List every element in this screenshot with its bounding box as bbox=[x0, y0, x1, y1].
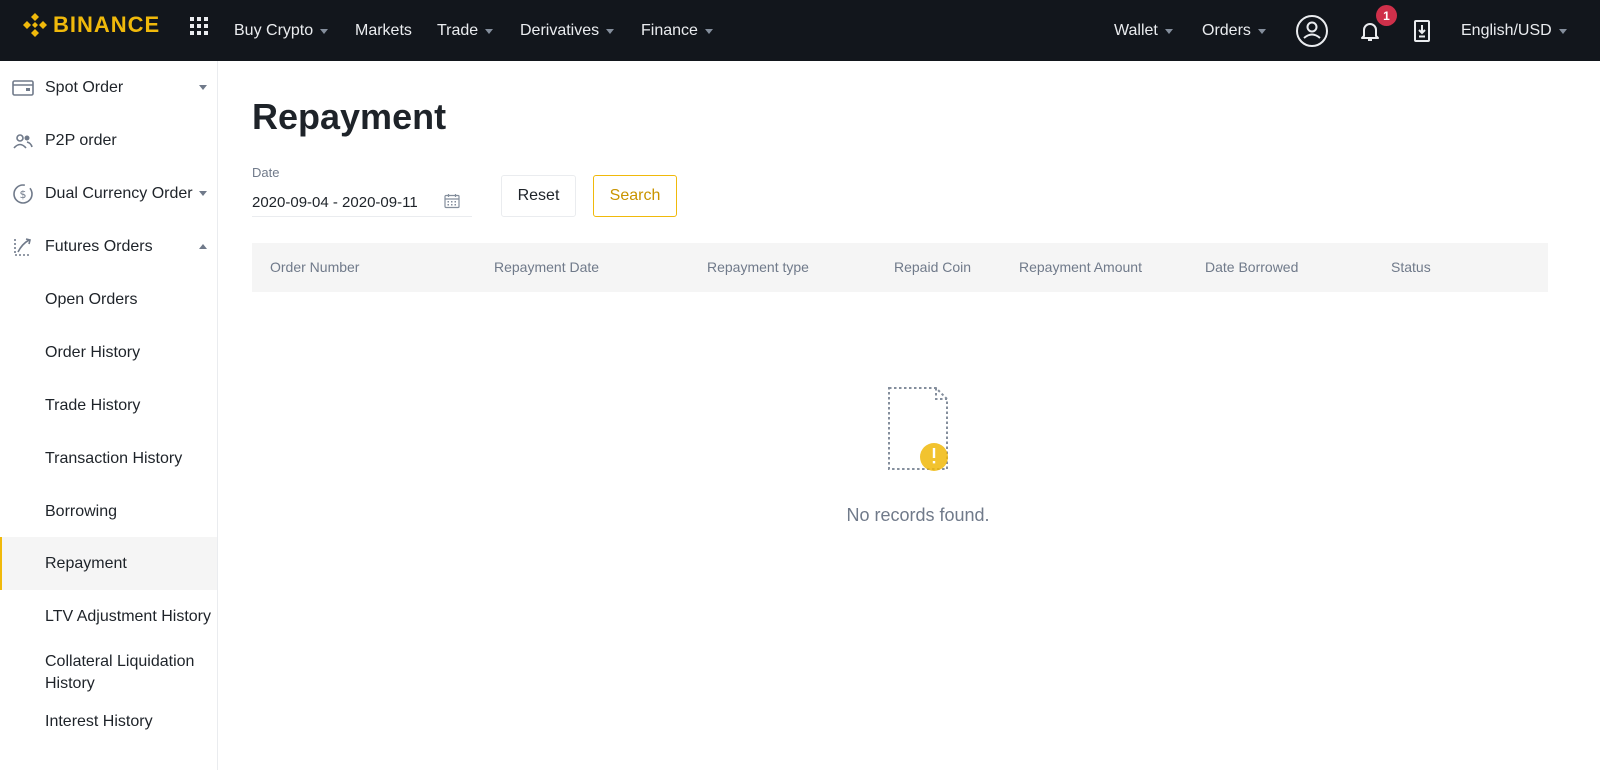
date-filter-label: Date bbox=[252, 165, 280, 180]
futures-icon bbox=[12, 236, 34, 258]
nav-buy-crypto[interactable]: Buy Crypto bbox=[234, 0, 329, 61]
sidebar-item-label: Trade History bbox=[45, 396, 141, 414]
sidebar: Spot Order P2P order $ Dual Currency Ord… bbox=[0, 61, 218, 770]
column-header-repayment-date: Repayment Date bbox=[494, 259, 600, 275]
language-label: English/USD bbox=[1461, 21, 1552, 39]
download-icon bbox=[1414, 19, 1430, 42]
table-header: Order Number Repayment Date Repayment ty… bbox=[252, 243, 1548, 292]
sidebar-item-futures-orders[interactable]: Futures Orders bbox=[0, 220, 217, 273]
sidebar-item-label: Order History bbox=[45, 343, 141, 361]
binance-diamond-icon bbox=[23, 13, 47, 37]
sidebar-item-spot-order[interactable]: Spot Order bbox=[0, 61, 217, 114]
apps-grid-icon[interactable] bbox=[190, 17, 208, 35]
sidebar-item-label: Transaction History bbox=[45, 449, 183, 467]
sidebar-item-ltv-adjustment-history[interactable]: LTV Adjustment History bbox=[0, 590, 217, 643]
calendar-icon bbox=[444, 193, 460, 213]
date-range-value: 2020-09-04 - 2020-09-11 bbox=[252, 193, 418, 211]
column-header-repayment-amount: Repayment Amount bbox=[1019, 259, 1142, 275]
chevron-down-icon bbox=[199, 85, 207, 90]
chevron-down-icon bbox=[485, 28, 494, 34]
column-header-repaid-coin: Repaid Coin bbox=[894, 259, 972, 275]
users-icon bbox=[12, 130, 34, 152]
sidebar-item-label: Spot Order bbox=[45, 78, 124, 96]
nav-buy-crypto-label: Buy Crypto bbox=[234, 21, 314, 39]
chevron-down-icon bbox=[606, 28, 615, 34]
sidebar-item-label: Repayment bbox=[45, 554, 127, 572]
binance-logo[interactable]: BINANCE bbox=[22, 12, 160, 38]
empty-state-message: No records found. bbox=[846, 505, 990, 525]
nav-finance-label: Finance bbox=[641, 21, 698, 39]
nav-markets-label: Markets bbox=[355, 21, 412, 39]
sidebar-item-transaction-history[interactable]: Transaction History bbox=[0, 432, 217, 485]
sidebar-item-label: P2P order bbox=[45, 131, 117, 149]
chevron-down-icon bbox=[1164, 28, 1173, 34]
column-header-date-borrowed: Date Borrowed bbox=[1205, 259, 1299, 275]
search-button[interactable]: Search bbox=[593, 175, 677, 217]
date-range-picker[interactable]: 2020-09-04 - 2020-09-11 bbox=[252, 188, 472, 217]
nav-wallet-label: Wallet bbox=[1114, 21, 1158, 39]
sidebar-item-repayment[interactable]: Repayment bbox=[0, 537, 217, 590]
sidebar-item-interest-history[interactable]: Interest History bbox=[0, 703, 217, 741]
sidebar-item-trade-history[interactable]: Trade History bbox=[0, 379, 217, 432]
reset-button[interactable]: Reset bbox=[501, 175, 576, 217]
language-currency-selector[interactable]: English/USD bbox=[1461, 0, 1567, 61]
column-header-order-number: Order Number bbox=[270, 259, 360, 275]
notification-count-badge: 1 bbox=[1376, 5, 1397, 26]
nav-finance[interactable]: Finance bbox=[641, 0, 713, 61]
chevron-down-icon bbox=[704, 28, 713, 34]
sidebar-item-label: LTV Adjustment History bbox=[45, 607, 211, 625]
sidebar-item-dual-currency-order[interactable]: $ Dual Currency Order bbox=[0, 167, 217, 220]
nav-trade-label: Trade bbox=[437, 21, 479, 39]
sidebar-item-label: Open Orders bbox=[45, 290, 138, 308]
account-button[interactable] bbox=[1295, 0, 1329, 61]
sidebar-item-label: Collateral Liquidation History bbox=[45, 653, 195, 692]
nav-orders[interactable]: Orders bbox=[1202, 0, 1266, 61]
sidebar-item-order-history[interactable]: Order History bbox=[0, 326, 217, 379]
column-header-status: Status bbox=[1391, 259, 1431, 275]
sidebar-item-label: Futures Orders bbox=[45, 237, 153, 255]
column-header-repayment-type: Repayment type bbox=[707, 259, 809, 275]
sidebar-item-open-orders[interactable]: Open Orders bbox=[0, 273, 217, 326]
sidebar-item-label: Interest History bbox=[45, 713, 153, 730]
page-title: Repayment bbox=[252, 96, 447, 137]
sidebar-item-collateral-liquidation-history[interactable]: Collateral Liquidation History bbox=[0, 643, 217, 703]
nav-derivatives[interactable]: Derivatives bbox=[520, 0, 615, 61]
no-records-icon bbox=[884, 385, 952, 475]
wallet-card-icon bbox=[12, 77, 34, 99]
svg-text:$: $ bbox=[20, 188, 27, 201]
download-app-button[interactable] bbox=[1411, 0, 1433, 61]
dollar-coin-icon: $ bbox=[12, 183, 34, 205]
chevron-up-icon bbox=[199, 244, 207, 249]
sidebar-item-label: Dual Currency Order bbox=[45, 184, 193, 202]
nav-derivatives-label: Derivatives bbox=[520, 21, 600, 39]
nav-trade[interactable]: Trade bbox=[437, 0, 494, 61]
chevron-down-icon bbox=[1257, 28, 1266, 34]
top-navigation-bar: BINANCE Buy Crypto Markets Trade Derivat… bbox=[0, 0, 1600, 61]
nav-markets[interactable]: Markets bbox=[355, 0, 412, 61]
user-profile-icon bbox=[1296, 14, 1328, 47]
nav-wallet[interactable]: Wallet bbox=[1114, 0, 1173, 61]
sidebar-item-p2p-order[interactable]: P2P order bbox=[0, 114, 217, 167]
chevron-down-icon bbox=[320, 28, 329, 34]
chevron-down-icon bbox=[1558, 28, 1567, 34]
brand-name: BINANCE bbox=[53, 12, 161, 37]
nav-orders-label: Orders bbox=[1202, 21, 1251, 39]
chevron-down-icon bbox=[199, 191, 207, 196]
notifications-button[interactable]: 1 bbox=[1358, 0, 1397, 61]
